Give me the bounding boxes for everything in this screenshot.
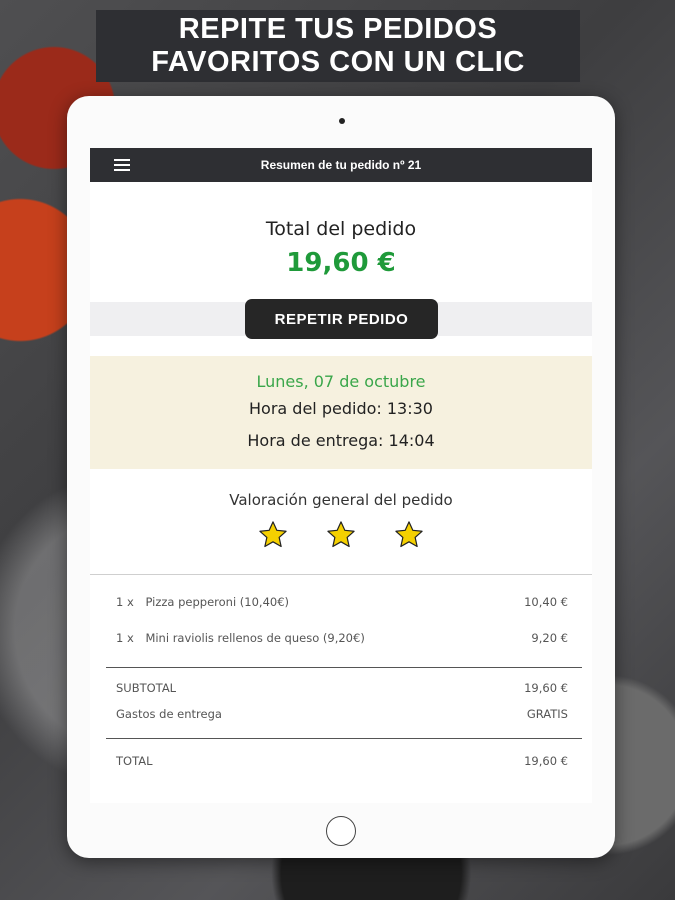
subtotal-label: SUBTOTAL — [116, 681, 177, 695]
order-time: Hora del pedido: 13:30 — [249, 399, 433, 418]
divider — [106, 667, 582, 668]
tablet-frame: Resumen de tu pedido nº 21 Total del ped… — [67, 96, 615, 858]
star-icon[interactable] — [393, 519, 425, 551]
star-icon[interactable] — [257, 519, 289, 551]
item-name: Pizza pepperoni (10,40€) — [145, 595, 290, 609]
banner-line-2: FAVORITOS CON UN CLIC — [151, 46, 525, 78]
camera-dot — [339, 118, 345, 124]
total-row: TOTAL 19,60 € — [116, 754, 568, 768]
repeat-order-button[interactable]: REPETIR PEDIDO — [245, 299, 438, 339]
rating-stars[interactable] — [90, 519, 592, 551]
promo-banner: REPITE TUS PEDIDOS FAVORITOS CON UN CLIC — [96, 10, 580, 82]
item-price: 9,20 € — [531, 631, 568, 645]
list-item: 1 x Mini raviolis rellenos de queso (9,2… — [116, 631, 568, 645]
banner-line-1: REPITE TUS PEDIDOS — [178, 13, 498, 45]
total-amount: 19,60 € — [286, 248, 396, 278]
star-icon[interactable] — [325, 519, 357, 551]
delivery-fee-label: Gastos de entrega — [116, 707, 222, 721]
grand-total-label: TOTAL — [116, 754, 153, 768]
divider — [106, 738, 582, 739]
subtotal-value: 19,60 € — [524, 681, 568, 695]
subtotal-row: SUBTOTAL 19,60 € — [116, 681, 568, 695]
app-header: Resumen de tu pedido nº 21 — [90, 148, 592, 182]
item-qty: 1 x — [116, 631, 134, 645]
total-label: Total del pedido — [265, 218, 417, 240]
delivery-fee-value: GRATIS — [526, 707, 568, 721]
list-item: 1 x Pizza pepperoni (10,40€) 10,40 € — [116, 595, 568, 609]
page-title: Resumen de tu pedido nº 21 — [260, 158, 422, 172]
order-items-list: 1 x Pizza pepperoni (10,40€) 10,40 € 1 x… — [90, 575, 592, 667]
rating-section: Valoración general del pedido — [90, 469, 592, 575]
rating-title: Valoración general del pedido — [229, 491, 453, 509]
home-button[interactable] — [326, 816, 356, 846]
item-name: Mini raviolis rellenos de queso (9,20€) — [145, 631, 365, 645]
app-screen: Resumen de tu pedido nº 21 Total del ped… — [90, 148, 592, 803]
order-dates-section: Lunes, 07 de octubre Hora del pedido: 13… — [90, 356, 592, 469]
repeat-band: REPETIR PEDIDO — [90, 299, 592, 339]
delivery-fee-row: Gastos de entrega GRATIS — [116, 707, 568, 721]
order-date: Lunes, 07 de octubre — [256, 372, 426, 391]
item-price: 10,40 € — [524, 595, 568, 609]
order-total-section: Total del pedido 19,60 € — [90, 182, 592, 302]
order-totals-section: SUBTOTAL 19,60 € Gastos de entrega GRATI… — [90, 667, 592, 787]
grand-total-value: 19,60 € — [524, 754, 568, 768]
item-qty: 1 x — [116, 595, 134, 609]
delivery-time: Hora de entrega: 14:04 — [247, 431, 435, 450]
hamburger-menu-icon[interactable] — [114, 159, 130, 171]
